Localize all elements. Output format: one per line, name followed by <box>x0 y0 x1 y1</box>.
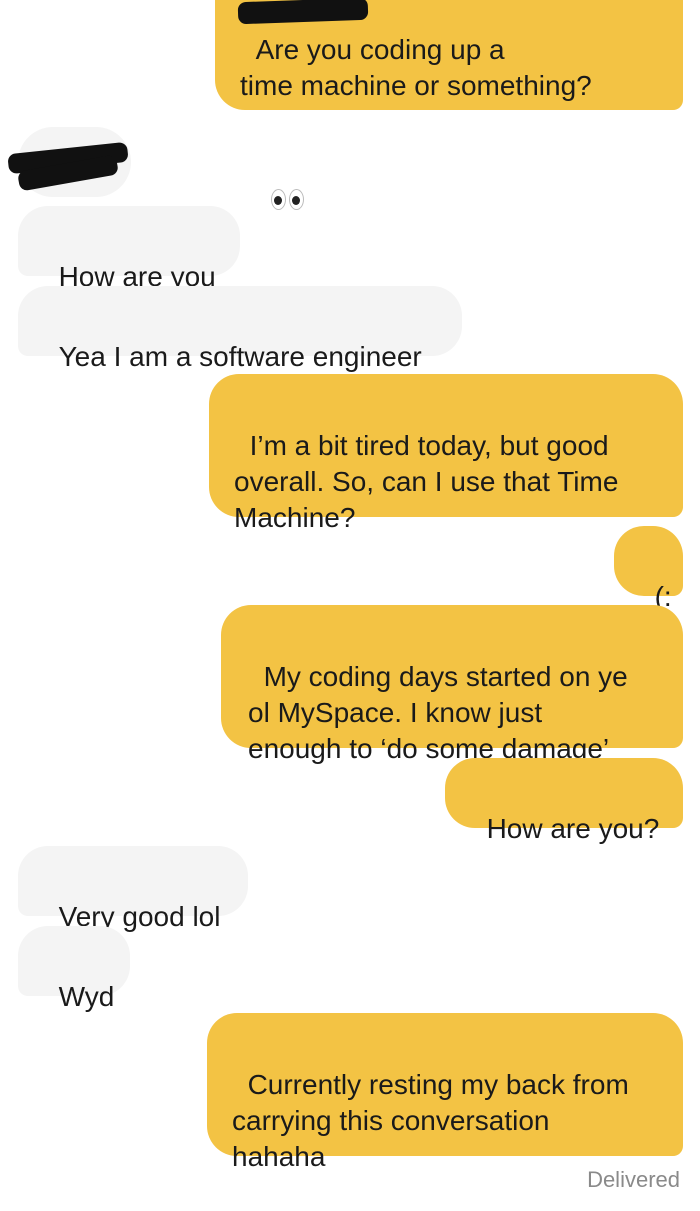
message-bubble-sent[interactable]: (: <box>614 526 683 612</box>
message-bubble-received[interactable]: Very good lol <box>18 846 248 932</box>
message-text: Currently resting my back from carrying … <box>232 1069 629 1172</box>
message-bubble-received[interactable]: Yea I am a software engineer <box>18 286 462 372</box>
message-text: Yea I am a software engineer <box>58 341 422 372</box>
message-text: How are you? <box>486 813 660 844</box>
message-bubble-sent[interactable]: How are you? <box>445 758 683 844</box>
message-bubble-sent[interactable]: I’m a bit tired today, but good overall.… <box>209 374 683 533</box>
eyes-emoji-icon <box>271 188 305 212</box>
delivery-status: Delivered <box>587 1167 680 1192</box>
message-bubble-sent[interactable]: Currently resting my back from carrying … <box>207 1013 683 1172</box>
message-bubble-sent[interactable]: My coding days started on ye ol MySpace.… <box>221 605 683 764</box>
message-text: Wyd <box>58 981 115 1012</box>
message-text: My coding days started on ye ol MySpace.… <box>248 661 628 764</box>
message-bubble-received[interactable]: Wyd <box>18 926 130 1012</box>
message-text: I’m a bit tired today, but good overall.… <box>234 430 619 533</box>
message-bubble-received[interactable]: How are you <box>18 206 240 292</box>
message-text: Are you coding up a time machine or some… <box>240 34 592 101</box>
